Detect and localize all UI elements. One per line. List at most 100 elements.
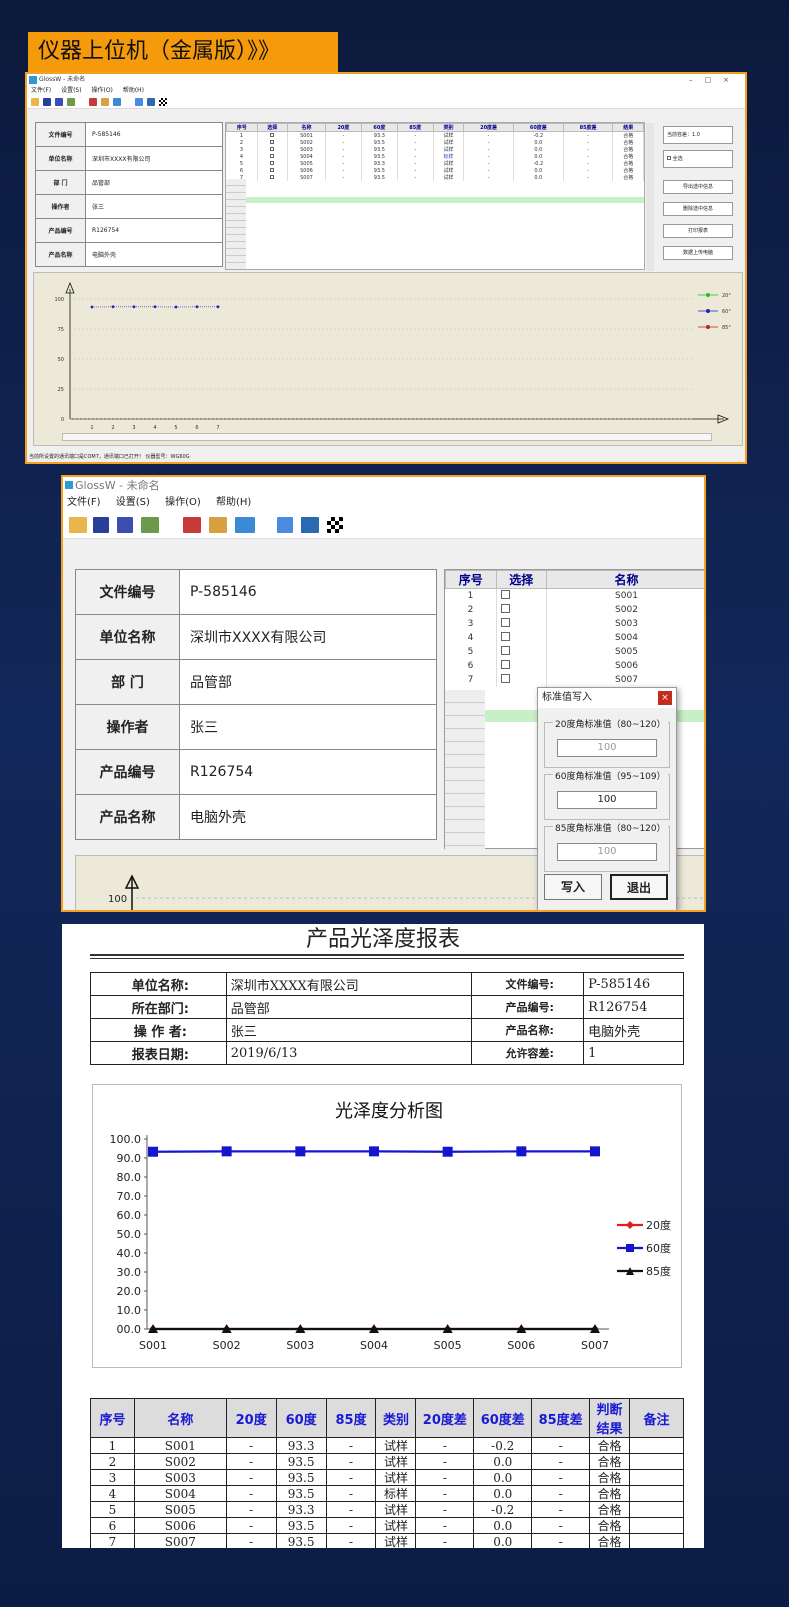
grid-header[interactable]: 序号 — [445, 570, 497, 589]
table-row[interactable]: 5 S005 — [445, 644, 704, 659]
table-row[interactable]: 7 S007-93.5- 试样 -0.0- 合格 — [226, 174, 644, 181]
save-icon[interactable] — [43, 98, 51, 106]
info-value[interactable]: 张三 — [85, 194, 223, 219]
row-checkbox[interactable] — [500, 589, 510, 599]
info-value[interactable]: 品管部 — [179, 659, 437, 705]
table-row[interactable]: 4 S004 — [445, 630, 704, 645]
zoom-upload-arrow-icon[interactable] — [277, 517, 293, 533]
grid-cell[interactable] — [496, 630, 547, 645]
info-value[interactable]: 张三 — [179, 704, 437, 750]
grid-header[interactable]: 85度差 — [562, 123, 614, 132]
info-value[interactable]: R126754 — [179, 749, 437, 795]
zoom-save-icon[interactable] — [93, 517, 109, 533]
zoom-menu-file[interactable]: 文件(F) — [67, 497, 101, 508]
table-row[interactable]: 1 S001-93.3- 试样 - -0.2- 合格 — [226, 131, 644, 139]
print-icon[interactable] — [67, 98, 75, 106]
menu-file[interactable]: 文件(F) — [31, 87, 51, 94]
vertical-scrollbar[interactable] — [646, 123, 654, 271]
row-checkbox[interactable] — [500, 617, 510, 627]
row-checkbox[interactable] — [500, 603, 510, 613]
select-all-checkbox[interactable]: 全选 — [663, 150, 733, 168]
row-checkbox[interactable] — [500, 645, 510, 655]
info-value[interactable]: P-585146 — [179, 569, 437, 615]
info-value[interactable]: R126754 — [85, 218, 223, 243]
delete-selected-button[interactable]: 删除选中信息 — [663, 202, 733, 216]
row-checkbox[interactable] — [270, 139, 275, 144]
info-value[interactable]: P-585146 — [85, 122, 223, 147]
grid-cell[interactable] — [496, 672, 547, 687]
select-all-check-icon[interactable] — [667, 156, 671, 160]
zoom-checker-icon[interactable] — [327, 517, 343, 533]
exit-button[interactable]: 退出 — [610, 874, 668, 900]
table-row[interactable]: 4 S004-93.5- 标样 -0.0- 合格 — [226, 153, 644, 160]
menu-operate[interactable]: 操作(O) — [91, 87, 112, 94]
write-button[interactable]: 写入 — [544, 874, 602, 900]
grid-header[interactable]: 20度差 — [463, 123, 514, 132]
row-checkbox[interactable] — [270, 160, 275, 165]
table-row[interactable]: 6 S006-93.5- 试样 -0.0- 合格 — [226, 167, 644, 174]
grid-header[interactable]: 60度 — [360, 123, 398, 132]
row-checkbox[interactable] — [500, 673, 510, 683]
row-checkbox[interactable] — [270, 146, 275, 151]
grid-header[interactable]: 类别 — [432, 123, 465, 132]
info-value[interactable]: 电脑外壳 — [179, 794, 437, 840]
zoom-report-icon[interactable] — [183, 517, 201, 533]
save-all-icon[interactable] — [55, 98, 63, 106]
table-row[interactable]: 2 S002-93.5- 试样 -0.0- 合格 — [226, 139, 644, 146]
info-value[interactable]: 深圳市XXXX有限公司 — [85, 146, 223, 171]
grid-header[interactable]: 选择 — [256, 123, 288, 132]
table-row[interactable]: 3 S003 — [445, 616, 704, 631]
grid-header[interactable]: 结果 — [612, 123, 644, 132]
grid-cell[interactable] — [496, 616, 547, 631]
menu-help[interactable]: 帮助(H) — [123, 87, 144, 94]
zoom-menu-help[interactable]: 帮助(H) — [216, 497, 251, 508]
horizontal-scrollbar[interactable] — [62, 433, 712, 441]
info-value[interactable]: 电脑外壳 — [85, 242, 223, 267]
grid-header[interactable]: 选择 — [495, 570, 547, 589]
download-icon[interactable] — [147, 98, 155, 106]
row-checkbox[interactable] — [500, 631, 510, 641]
grid-header[interactable]: 名称 — [287, 123, 326, 132]
grid-header[interactable]: 60度差 — [512, 123, 564, 132]
grid-cell[interactable] — [496, 644, 547, 659]
zoom-connect-icon[interactable] — [235, 517, 255, 533]
std-85-input[interactable]: 100 — [557, 843, 657, 861]
table-row[interactable]: 2 S002 — [445, 602, 704, 617]
upload-arrow-icon[interactable] — [135, 98, 143, 106]
grid-cell[interactable] — [496, 602, 547, 617]
connect-icon[interactable] — [113, 98, 121, 106]
table-row[interactable]: 5 S005-93.3- 试样 - -0.2- 合格 — [226, 160, 644, 167]
table-row[interactable]: 6 S006 — [445, 658, 704, 673]
std-60-input[interactable]: 100 — [557, 791, 657, 809]
report-icon[interactable] — [89, 98, 97, 106]
zoom-menu-operate[interactable]: 操作(O) — [165, 497, 201, 508]
zoom-print-icon[interactable] — [141, 517, 159, 533]
row-checkbox[interactable] — [500, 659, 510, 669]
checker-icon[interactable] — [159, 98, 167, 106]
print-report-button[interactable]: 打印报表 — [663, 224, 733, 238]
row-checkbox[interactable] — [270, 167, 275, 172]
info-value[interactable]: 深圳市XXXX有限公司 — [179, 614, 437, 660]
grid-cell[interactable] — [496, 658, 547, 673]
grid-header[interactable]: 85度 — [396, 123, 434, 132]
info-value[interactable]: 品管部 — [85, 170, 223, 195]
grid-header[interactable]: 20度 — [324, 123, 362, 132]
grid-header[interactable]: 名称 — [546, 570, 704, 589]
dialog-close-icon[interactable]: × — [658, 691, 672, 705]
upload-data-button[interactable]: 数据上传电脑 — [663, 246, 733, 260]
table-row[interactable]: 7 S007 — [445, 672, 704, 687]
paste-icon[interactable] — [101, 98, 109, 106]
zoom-menu-settings[interactable]: 设置(S) — [116, 497, 150, 508]
zoom-open-folder-icon[interactable] — [69, 517, 87, 533]
menu-settings[interactable]: 设置(S) — [61, 87, 82, 94]
grid-header[interactable]: 序号 — [226, 123, 258, 132]
std-20-input[interactable]: 100 — [557, 739, 657, 757]
table-row[interactable]: 3 S003-93.5- 试样 -0.0- 合格 — [226, 146, 644, 153]
row-checkbox[interactable] — [270, 153, 275, 158]
open-folder-icon[interactable] — [31, 98, 39, 106]
zoom-download-icon[interactable] — [301, 517, 319, 533]
window-controls[interactable]: –□× — [689, 74, 741, 86]
grid-cell[interactable] — [496, 588, 547, 603]
zoom-save-all-icon[interactable] — [117, 517, 133, 533]
zoom-paste-icon[interactable] — [209, 517, 227, 533]
